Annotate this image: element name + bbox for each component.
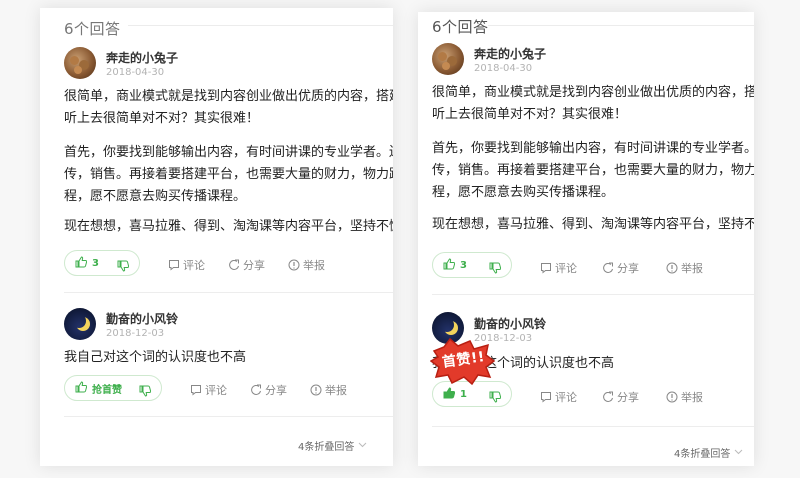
- text-line: 听上去很简单对不对？其实很难！: [64, 111, 260, 126]
- share-button[interactable]: 分享: [602, 260, 639, 276]
- thumb-up-icon: [443, 257, 456, 273]
- user-avatar[interactable]: [432, 43, 464, 75]
- text-line: 程，愿不愿意去购买传播课程。: [64, 189, 247, 204]
- comment-icon: [190, 384, 202, 396]
- text-line: 现在想想，喜马拉雅、得到、淘淘课等内容平台，坚持不懈: [432, 217, 754, 232]
- share-icon: [602, 262, 614, 274]
- upvote-count: 3: [92, 257, 99, 269]
- thumb-down-icon[interactable]: [489, 388, 502, 407]
- text-line: 听上去很简单对不对？其实很难！: [432, 107, 628, 122]
- answers-panel-after: 6个回答 奔走的小兔子 2018-04-30 很简单，商业模式就是找到内容创业做…: [418, 12, 754, 466]
- report-button[interactable]: 举报: [288, 257, 325, 273]
- header-divider: [488, 25, 754, 26]
- answer-divider: [64, 292, 393, 293]
- vote-widget: 抢首赞: [64, 375, 162, 401]
- upvote-button[interactable]: 1: [433, 386, 467, 402]
- answer-paragraph: 我自己对这个词的认识度也不高: [64, 347, 246, 369]
- username[interactable]: 勤奋的小风铃: [106, 310, 178, 327]
- comment-button[interactable]: 评论: [540, 389, 577, 405]
- thumb-up-icon: [75, 380, 88, 396]
- comment-icon: [540, 262, 552, 274]
- comment-button[interactable]: 评论: [540, 260, 577, 276]
- share-icon: [250, 384, 262, 396]
- warning-icon: [666, 391, 678, 403]
- answer-divider: [432, 294, 754, 295]
- share-button[interactable]: 分享: [228, 257, 265, 273]
- comment-icon: [540, 391, 552, 403]
- answer-paragraph: 现在想想，喜马拉雅、得到、淘淘课等内容平台，坚持不懈: [432, 214, 754, 236]
- user-avatar[interactable]: [64, 308, 96, 340]
- answer-paragraph: 首先，你要找到能够输出内容，有时间讲课的专业学者。还 传，销售。再接着要搭建平台…: [432, 138, 754, 204]
- thumb-down-icon[interactable]: [117, 257, 130, 276]
- answer-date: 2018-12-03: [106, 328, 165, 339]
- comment-icon: [168, 259, 180, 271]
- answer-divider: [432, 426, 754, 427]
- text-line: 首先，你要找到能够输出内容，有时间讲课的专业学者。还: [432, 141, 754, 156]
- comment-button[interactable]: 评论: [168, 257, 205, 273]
- thumb-up-icon: [75, 255, 88, 271]
- username[interactable]: 勤奋的小风铃: [474, 315, 546, 332]
- warning-icon: [310, 384, 322, 396]
- answer-date: 2018-04-30: [106, 67, 165, 78]
- share-button[interactable]: 分享: [250, 382, 287, 398]
- text-line: 我自己对这个词的认识度也不高: [64, 350, 247, 365]
- answer-paragraph: 很简单，商业模式就是找到内容创业做出优质的内容，搭建 听上去很简单对不对？其实很…: [432, 82, 754, 126]
- upvote-button[interactable]: 抢首赞: [65, 380, 122, 396]
- collapsed-answers-link[interactable]: 4条折叠回答: [298, 438, 367, 453]
- text-line: 首先，你要找到能够输出内容，有时间讲课的专业学者。还要: [64, 145, 393, 160]
- text-line: 程，愿不愿意去购买传播课程。: [432, 185, 615, 200]
- warning-icon: [666, 262, 678, 274]
- text-line: 传，销售。再接着要搭建平台，也需要大量的财力，物力跟: [432, 163, 754, 178]
- warning-icon: [288, 259, 300, 271]
- answer-count: 6个回答: [432, 18, 489, 36]
- answer-divider: [64, 416, 393, 417]
- user-avatar[interactable]: [64, 47, 96, 79]
- answers-panel-before: 6个回答 奔走的小兔子 2018-04-30 很简单，商业模式就是找到内容创业做…: [40, 8, 393, 466]
- report-button[interactable]: 举报: [666, 260, 703, 276]
- text-line: 传，销售。再接着要搭建平台，也需要大量的财力，物力跟时: [64, 167, 393, 182]
- answer-paragraph: 首先，你要找到能够输出内容，有时间讲课的专业学者。还要 传，销售。再接着要搭建平…: [64, 142, 393, 208]
- thumb-down-icon[interactable]: [139, 382, 152, 401]
- report-button[interactable]: 举报: [310, 382, 347, 398]
- answer-date: 2018-04-30: [474, 63, 533, 74]
- answer-paragraph: 现在想想，喜马拉雅、得到、淘淘课等内容平台，坚持不懈的: [64, 216, 393, 238]
- text-line: 很简单，商业模式就是找到内容创业做出优质的内容，搭建: [432, 85, 754, 100]
- answer-paragraph: 很简单，商业模式就是找到内容创业做出优质的内容，搭建一 听上去很简单对不对？其实…: [64, 86, 393, 130]
- collapsed-answers-link[interactable]: 4条折叠回答: [674, 445, 743, 460]
- first-like-badge: 首赞!!: [429, 337, 496, 387]
- share-button[interactable]: 分享: [602, 389, 639, 405]
- chevron-down-icon: [358, 440, 367, 451]
- upvote-count: 3: [460, 259, 467, 271]
- text-line: 很简单，商业模式就是找到内容创业做出优质的内容，搭建一: [64, 89, 393, 104]
- share-icon: [602, 391, 614, 403]
- comment-button[interactable]: 评论: [190, 382, 227, 398]
- username[interactable]: 奔走的小兔子: [474, 45, 546, 62]
- report-button[interactable]: 举报: [666, 389, 703, 405]
- upvote-count: 1: [460, 388, 467, 400]
- chevron-down-icon: [734, 447, 743, 458]
- vote-widget: 3: [64, 250, 140, 276]
- upvote-button[interactable]: 3: [433, 257, 467, 273]
- upvote-button[interactable]: 3: [65, 255, 99, 271]
- upvote-label: 抢首赞: [92, 384, 122, 396]
- thumb-up-filled-icon: [443, 386, 456, 402]
- answer-count: 6个回答: [64, 20, 121, 38]
- vote-widget: 3: [432, 252, 512, 278]
- header-divider: [128, 25, 393, 26]
- text-line: 现在想想，喜马拉雅、得到、淘淘课等内容平台，坚持不懈的: [64, 219, 393, 234]
- username[interactable]: 奔走的小兔子: [106, 49, 178, 66]
- thumb-down-icon[interactable]: [489, 259, 502, 278]
- share-icon: [228, 259, 240, 271]
